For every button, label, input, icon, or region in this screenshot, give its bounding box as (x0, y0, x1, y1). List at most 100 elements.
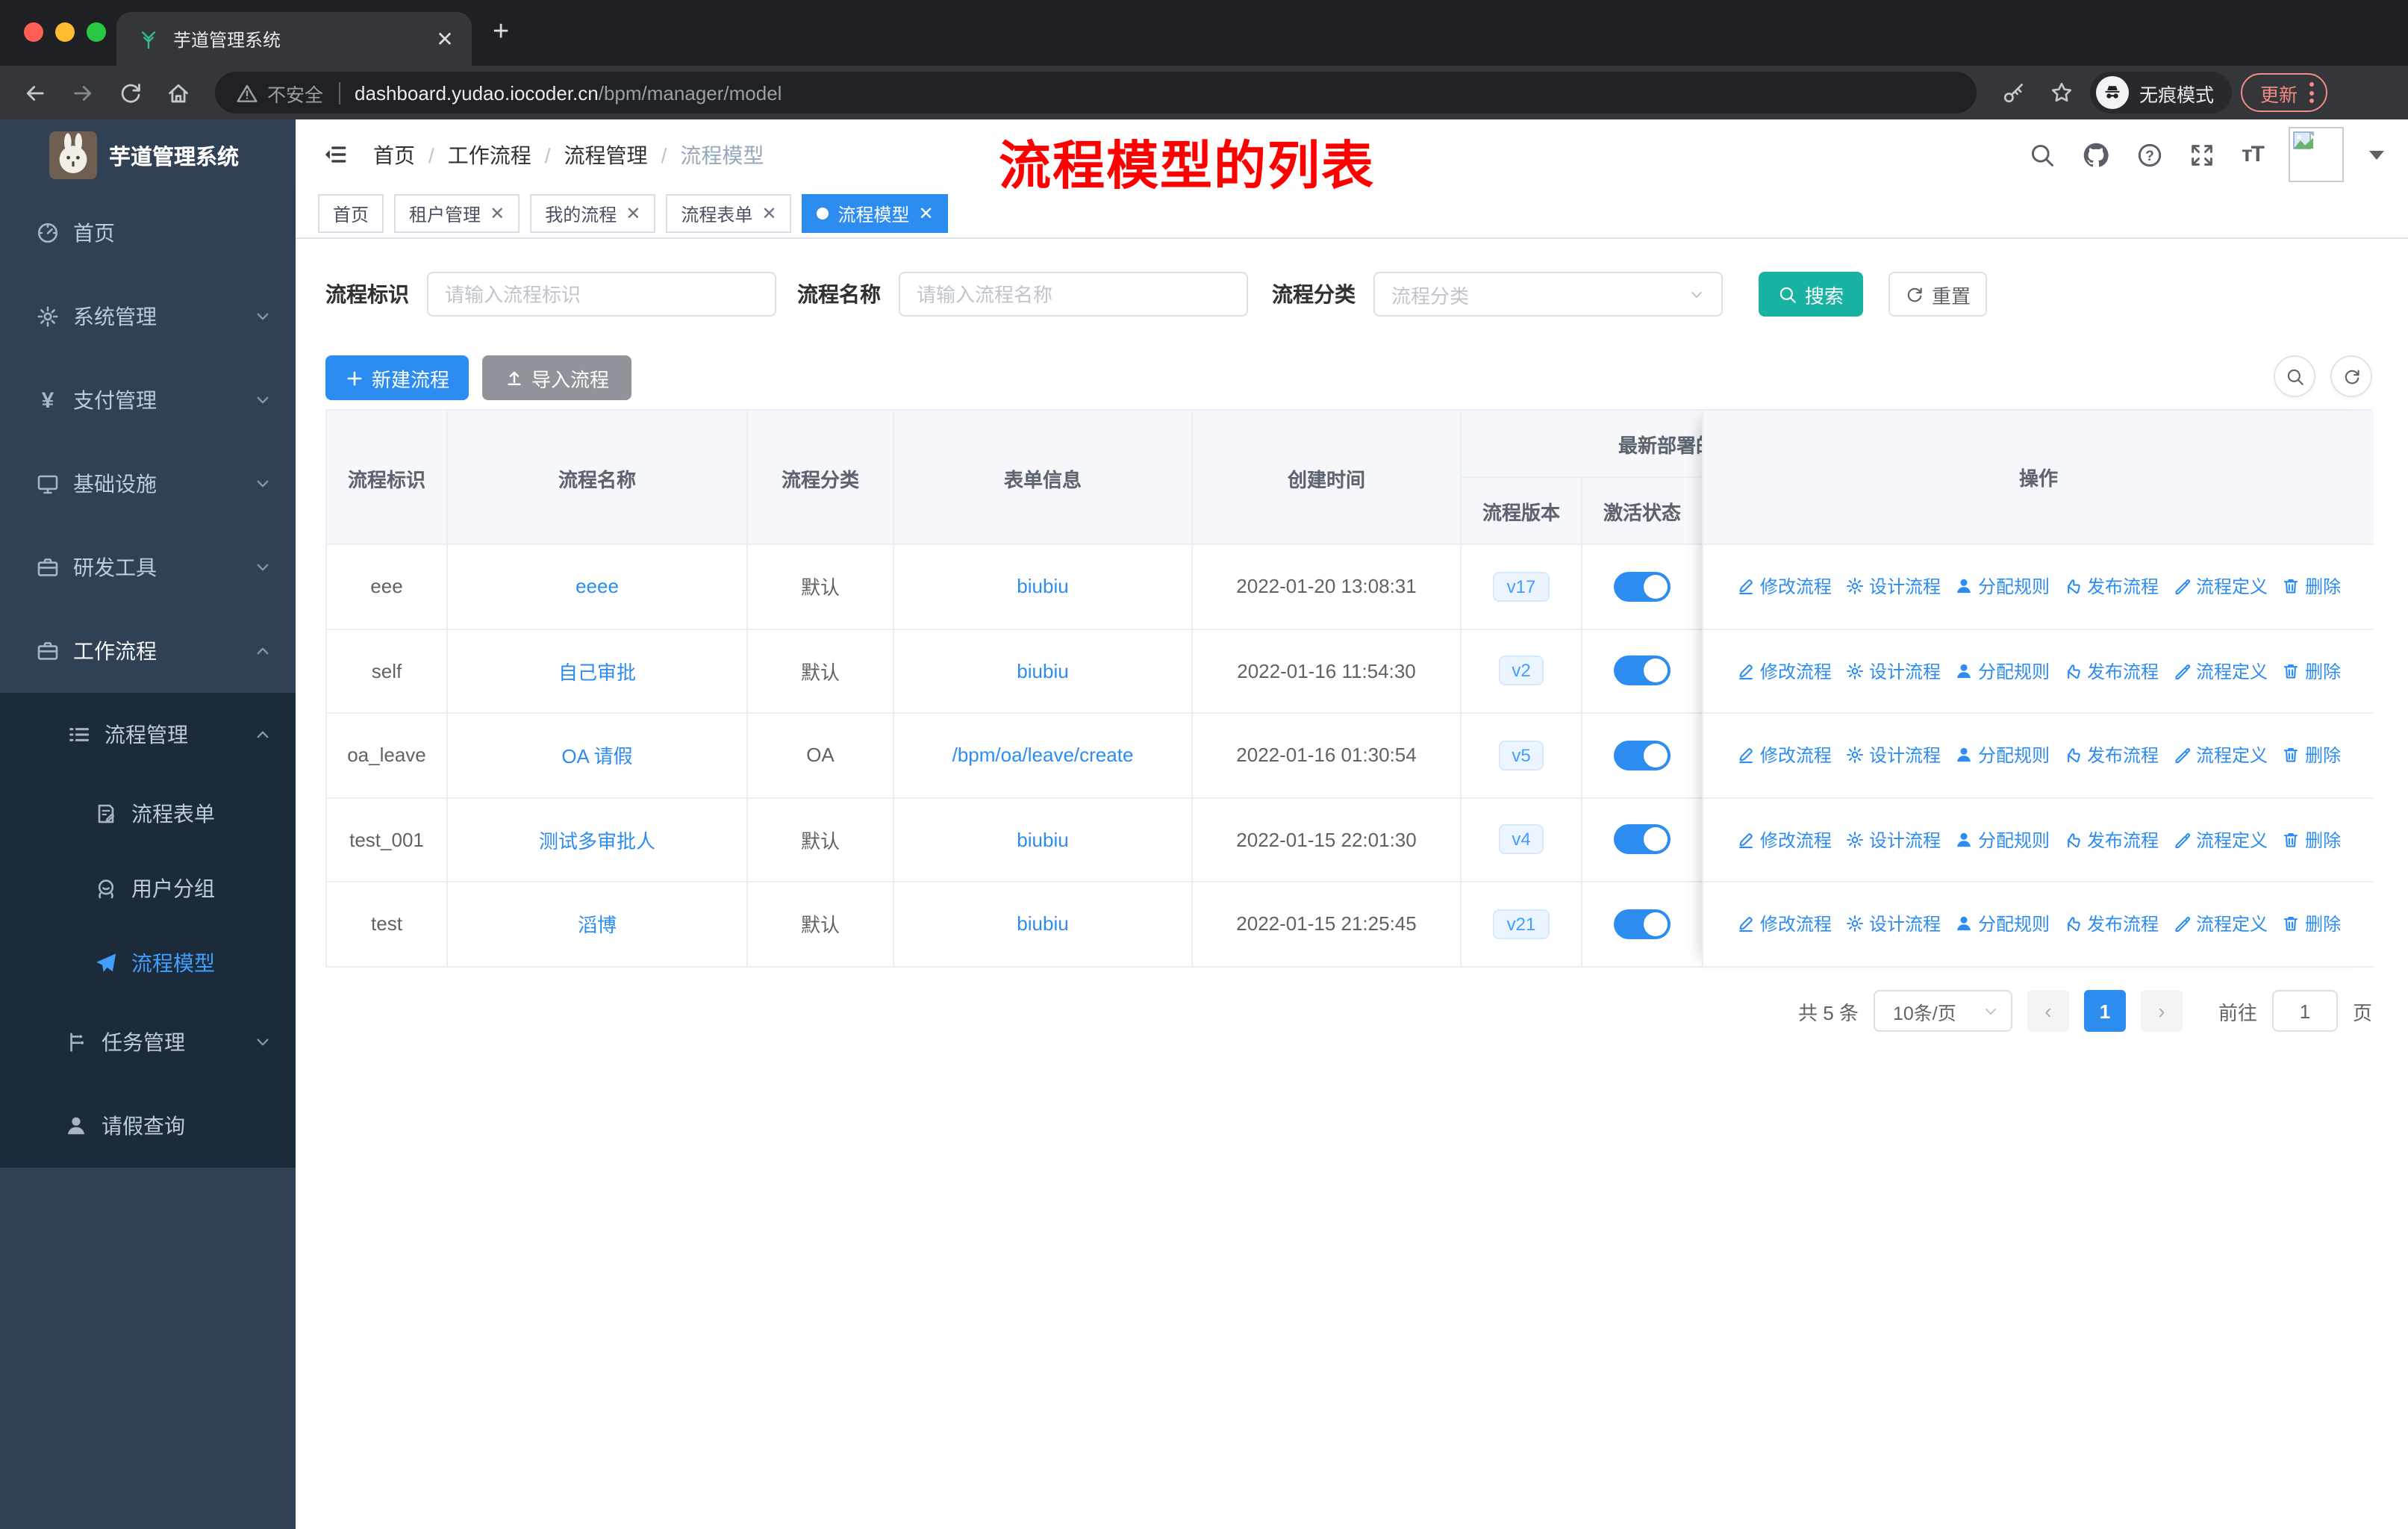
sidebar-item-leave-query[interactable]: 请假查询 (0, 1084, 296, 1168)
address-bar[interactable]: 不安全 dashboard.yudao.iocoder.cn/bpm/manag… (215, 72, 1977, 113)
action-delete[interactable]: 删除 (2281, 912, 2341, 937)
action-delete[interactable]: 删除 (2281, 574, 2341, 600)
action-publish-process[interactable]: 发布流程 (2063, 574, 2159, 600)
process-name-link[interactable]: eeee (576, 576, 619, 598)
tag-tenant-manage[interactable]: 租户管理 ✕ (394, 194, 520, 233)
reset-button[interactable]: 重置 (1888, 272, 1987, 317)
active-toggle[interactable] (1614, 655, 1671, 686)
action-publish-process[interactable]: 发布流程 (2063, 743, 2159, 768)
security-status[interactable]: 不安全 (236, 78, 323, 107)
prev-page-button[interactable]: ‹ (2027, 990, 2069, 1032)
action-edit-process[interactable]: 修改流程 (1736, 658, 1832, 684)
tag-my-process[interactable]: 我的流程 ✕ (530, 194, 656, 233)
process-name-link[interactable]: 测试多审批人 (539, 826, 655, 854)
process-name-link[interactable]: 自己审批 (558, 657, 636, 685)
action-design-process[interactable]: 设计流程 (1845, 912, 1941, 937)
tab-close-icon[interactable]: ✕ (433, 26, 457, 52)
sidebar-item-process-manage[interactable]: 流程管理 (0, 693, 296, 776)
action-edit-process[interactable]: 修改流程 (1736, 827, 1832, 853)
action-design-process[interactable]: 设计流程 (1845, 827, 1941, 853)
action-assign-rules[interactable]: 分配规则 (1954, 743, 2050, 768)
action-assign-rules[interactable]: 分配规则 (1954, 912, 2050, 937)
sidebar-item-infrastructure[interactable]: 基础设施 (0, 442, 296, 526)
action-edit-process[interactable]: 修改流程 (1736, 743, 1832, 768)
action-assign-rules[interactable]: 分配规则 (1954, 574, 2050, 600)
show-search-toggle-button[interactable] (2274, 355, 2315, 397)
sidebar-item-task-manage[interactable]: 任务管理 (0, 1000, 296, 1084)
process-name-input[interactable] (917, 283, 1230, 305)
refresh-table-button[interactable] (2330, 355, 2372, 397)
form-info-link[interactable]: biubiu (1017, 576, 1068, 598)
process-name-link[interactable]: OA 请假 (561, 741, 632, 770)
bookmark-star-icon[interactable] (2042, 73, 2081, 112)
sidebar-item-workflow[interactable]: 工作流程 (0, 609, 296, 693)
action-design-process[interactable]: 设计流程 (1845, 743, 1941, 768)
breadcrumb-home[interactable]: 首页 (373, 140, 415, 169)
active-toggle[interactable] (1614, 740, 1671, 770)
form-info-link[interactable]: biubiu (1017, 829, 1068, 851)
action-publish-process[interactable]: 发布流程 (2063, 658, 2159, 684)
sidebar-item-home[interactable]: 首页 (0, 191, 296, 275)
action-delete[interactable]: 删除 (2281, 743, 2341, 768)
close-icon[interactable]: ✕ (761, 203, 776, 224)
form-info-link[interactable]: biubiu (1017, 660, 1068, 682)
sidebar-item-dev-tools[interactable]: 研发工具 (0, 526, 296, 609)
process-id-input[interactable] (445, 283, 758, 305)
home-button[interactable] (158, 73, 197, 112)
fullscreen-icon[interactable] (2189, 141, 2216, 168)
browser-menu-icon[interactable] (2309, 82, 2315, 103)
close-icon[interactable]: ✕ (490, 203, 505, 224)
next-page-button[interactable]: › (2140, 990, 2183, 1032)
breadcrumb-process-manage[interactable]: 流程管理 (564, 140, 648, 169)
action-edit-process[interactable]: 修改流程 (1736, 912, 1832, 937)
action-publish-process[interactable]: 发布流程 (2063, 827, 2159, 853)
help-icon[interactable] (2137, 141, 2164, 168)
new-tab-button[interactable]: + (493, 18, 509, 46)
action-process-definition[interactable]: 流程定义 (2172, 574, 2268, 600)
sidebar-fold-icon[interactable] (322, 142, 348, 167)
maximize-window-button[interactable] (87, 22, 106, 42)
sidebar-item-process-model[interactable]: 流程模型 (0, 926, 296, 1000)
search-button[interactable]: 搜索 (1759, 272, 1863, 317)
back-button[interactable] (15, 73, 54, 112)
forward-button[interactable] (63, 73, 102, 112)
action-process-definition[interactable]: 流程定义 (2172, 912, 2268, 937)
action-delete[interactable]: 删除 (2281, 658, 2341, 684)
action-assign-rules[interactable]: 分配规则 (1954, 658, 2050, 684)
action-delete[interactable]: 删除 (2281, 827, 2341, 853)
reload-button[interactable] (110, 73, 149, 112)
active-toggle[interactable] (1614, 571, 1671, 602)
action-process-definition[interactable]: 流程定义 (2172, 658, 2268, 684)
sidebar-item-process-form[interactable]: 流程表单 (0, 776, 296, 851)
form-info-link[interactable]: biubiu (1017, 913, 1068, 935)
action-process-definition[interactable]: 流程定义 (2172, 743, 2268, 768)
minimize-window-button[interactable] (55, 22, 75, 42)
goto-page-input[interactable] (2271, 990, 2338, 1032)
page-size-select[interactable]: 10条/页 (1873, 990, 2012, 1032)
avatar-caret-icon[interactable] (2369, 150, 2384, 159)
github-icon[interactable] (2082, 140, 2112, 169)
active-toggle[interactable] (1614, 824, 1671, 855)
sidebar-item-user-group[interactable]: 用户分组 (0, 851, 296, 926)
close-icon[interactable]: ✕ (626, 203, 640, 224)
active-toggle[interactable] (1614, 909, 1671, 939)
tag-process-model[interactable]: 流程模型 ✕ (802, 194, 949, 233)
update-chrome-button[interactable]: 更新 (2241, 73, 2328, 112)
import-process-button[interactable]: 导入流程 (482, 355, 631, 400)
process-name-link[interactable]: 滔博 (578, 910, 617, 938)
passwords-key-icon[interactable] (1994, 73, 2033, 112)
font-size-icon[interactable]: тT (2242, 142, 2265, 167)
browser-tab[interactable]: 芋道管理系统 ✕ (116, 12, 472, 66)
app-logo[interactable]: 芋道管理系统 (0, 119, 296, 191)
category-select[interactable]: 流程分类 (1373, 272, 1723, 317)
avatar[interactable] (2289, 127, 2344, 182)
action-process-definition[interactable]: 流程定义 (2172, 827, 2268, 853)
breadcrumb-workflow[interactable]: 工作流程 (448, 140, 531, 169)
tag-process-form[interactable]: 流程表单 ✕ (666, 194, 792, 233)
action-edit-process[interactable]: 修改流程 (1736, 574, 1832, 600)
create-process-button[interactable]: 新建流程 (325, 355, 469, 400)
current-page-button[interactable]: 1 (2083, 990, 2126, 1032)
sidebar-item-system[interactable]: 系统管理 (0, 275, 296, 358)
action-design-process[interactable]: 设计流程 (1845, 658, 1941, 684)
close-icon[interactable]: ✕ (919, 203, 934, 224)
